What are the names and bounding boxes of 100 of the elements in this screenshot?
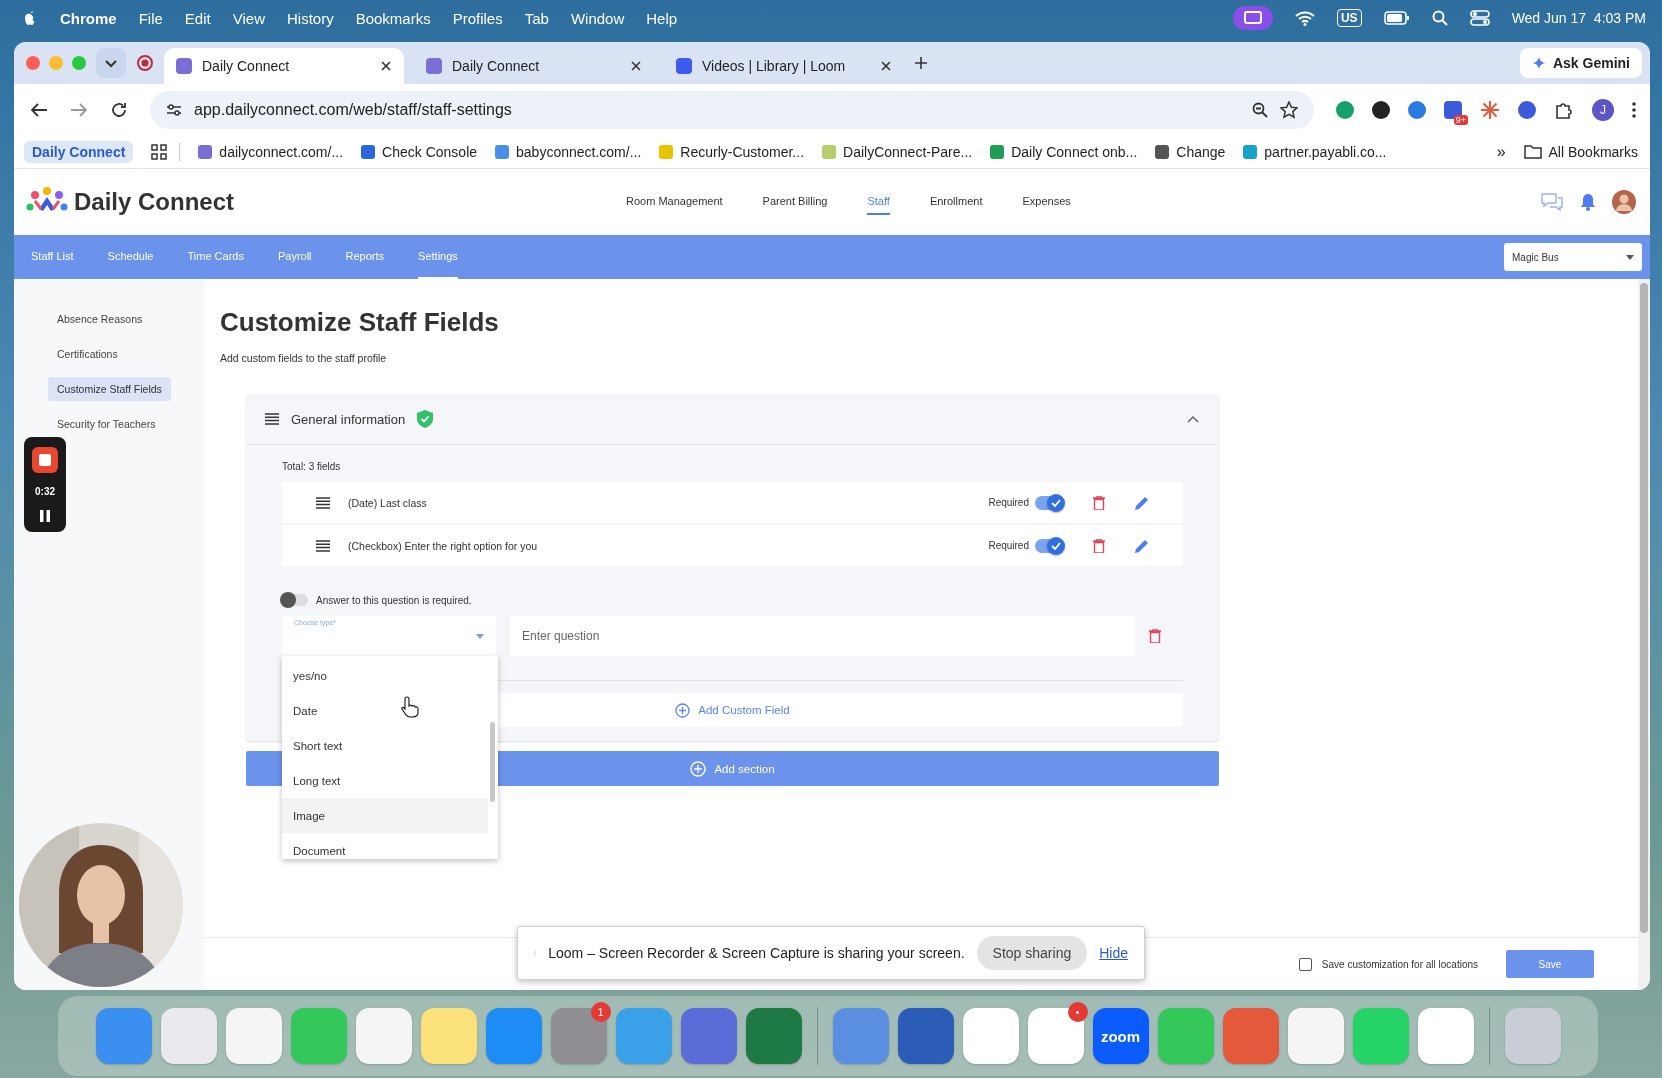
- close-icon[interactable]: [880, 60, 892, 72]
- bookmark-chip[interactable]: Daily Connect: [24, 141, 134, 163]
- tab-search-button[interactable]: [96, 48, 126, 78]
- back-icon[interactable]: [30, 102, 48, 118]
- star-icon[interactable]: [1280, 101, 1298, 119]
- control-center-icon[interactable]: [1469, 10, 1490, 26]
- puzzle-icon[interactable]: [1554, 100, 1574, 120]
- drag-handle-icon[interactable]: [316, 539, 330, 552]
- record-icon[interactable]: [136, 54, 154, 72]
- nav-link[interactable]: Parent Billing: [762, 189, 828, 215]
- required-toggle[interactable]: [1035, 495, 1063, 510]
- screen-share-icon[interactable]: [1232, 6, 1273, 30]
- edit-icon[interactable]: [1135, 538, 1149, 553]
- hand-cursor-icon: [401, 696, 419, 718]
- location-select[interactable]: Magic Bus: [1504, 243, 1642, 271]
- sidebar-item[interactable]: Absence Reasons: [48, 307, 152, 331]
- close-window-icon[interactable]: [26, 56, 40, 70]
- question-input[interactable]: Enter question: [510, 616, 1135, 656]
- bookmark-link[interactable]: babyconnect.com/...: [495, 144, 642, 160]
- menu-item[interactable]: History: [286, 9, 334, 27]
- asterisk-icon[interactable]: [1480, 100, 1500, 120]
- browser-tab[interactable]: Videos | Library | Loom: [664, 48, 904, 84]
- stop-sharing-button[interactable]: Stop sharing: [976, 936, 1088, 970]
- scrollbar-thumb[interactable]: [1640, 283, 1648, 933]
- nav-link[interactable]: Room Management: [626, 189, 723, 215]
- bookmark-link[interactable]: dailyconnect.com/...: [198, 144, 344, 160]
- profile-avatar[interactable]: J: [1592, 99, 1614, 121]
- browser-tab[interactable]: Daily Connect: [164, 48, 404, 84]
- clock[interactable]: Wed Jun 17 4:03 PM: [1511, 10, 1646, 26]
- app-icon[interactable]: [745, 1008, 802, 1064]
- menu-item[interactable]: Help: [646, 9, 678, 27]
- site-settings-icon[interactable]: [166, 103, 182, 117]
- page-title: Customize Staff Fields: [220, 307, 500, 338]
- delete-icon[interactable]: [1093, 538, 1105, 553]
- app-logo[interactable]: Daily Connect: [74, 188, 235, 216]
- wifi-icon[interactable]: [1294, 10, 1315, 26]
- search-icon[interactable]: [1431, 10, 1448, 26]
- more-bookmarks-button[interactable]: »: [1496, 143, 1506, 161]
- app-icon[interactable]: [550, 1008, 607, 1064]
- nav-link[interactable]: Staff: [867, 189, 890, 215]
- bookmark-link[interactable]: Recurly-Customer...: [659, 144, 805, 160]
- bell-icon[interactable]: [1580, 193, 1596, 211]
- close-icon[interactable]: [380, 60, 392, 72]
- nav-link[interactable]: Expenses: [1022, 189, 1071, 215]
- app-icon[interactable]: [962, 1008, 1019, 1064]
- nav-link[interactable]: Enrollment: [929, 189, 983, 215]
- required-toggle[interactable]: [282, 594, 308, 606]
- app-icon[interactable]: [680, 1008, 737, 1064]
- all-bookmarks-link[interactable]: All Bookmarks: [1523, 144, 1638, 160]
- pause-icon[interactable]: [40, 509, 50, 522]
- stop-recording-button[interactable]: [32, 447, 58, 474]
- required-toggle[interactable]: [1035, 538, 1063, 553]
- edit-icon[interactable]: [1135, 495, 1149, 510]
- dropdown-option[interactable]: Date: [282, 693, 488, 728]
- address-bar[interactable]: app.dailyconnect.com/web/staff/staff-settings: [150, 91, 1314, 129]
- menu-item[interactable]: Bookmarks: [355, 9, 431, 27]
- app-menu[interactable]: Chrome: [60, 9, 117, 27]
- app-icon[interactable]: zoom: [1092, 1008, 1149, 1064]
- menu-item[interactable]: Profiles: [452, 9, 503, 27]
- app-icon[interactable]: [897, 1008, 954, 1064]
- dropdown-option[interactable]: Image: [282, 798, 488, 833]
- close-icon[interactable]: [630, 60, 642, 72]
- new-tab-icon[interactable]: [914, 56, 928, 70]
- menu-item[interactable]: Tab: [524, 9, 549, 27]
- bookmark-link[interactable]: DailyConnect-Pare...: [822, 144, 973, 160]
- app-icon[interactable]: [1417, 1008, 1474, 1064]
- hide-link[interactable]: Hide: [1099, 945, 1128, 961]
- bookmark-link[interactable]: Change: [1155, 144, 1226, 160]
- notification-badge: 9+: [1453, 115, 1468, 125]
- sidebar-item[interactable]: Certifications: [48, 342, 127, 366]
- sidebar-item[interactable]: Security for Teachers: [48, 412, 165, 436]
- more-icon[interactable]: [1632, 102, 1636, 118]
- gemini-button[interactable]: Ask Gemini: [1519, 48, 1642, 78]
- forward-icon[interactable]: [70, 102, 88, 118]
- scrollbar-thumb[interactable]: [490, 722, 495, 802]
- apps-grid-icon[interactable]: [151, 144, 168, 160]
- delete-icon[interactable]: [1149, 629, 1161, 643]
- delete-icon[interactable]: [1093, 495, 1105, 510]
- browser-tab[interactable]: Daily Connect: [414, 48, 654, 84]
- reload-icon[interactable]: [110, 101, 128, 119]
- menu-item[interactable]: File: [138, 9, 163, 27]
- collapse-icon[interactable]: [1187, 415, 1199, 423]
- zoom-icon[interactable]: [1252, 102, 1268, 118]
- sidebar-item[interactable]: Customize Staff Fields: [48, 377, 171, 401]
- bookmark-link[interactable]: partner.payabli.co...: [1243, 144, 1387, 160]
- dropdown-option[interactable]: yes/no: [282, 658, 488, 693]
- user-avatar[interactable]: [1612, 190, 1636, 214]
- input-source[interactable]: US: [1336, 9, 1362, 27]
- dropdown-option[interactable]: Document: [282, 833, 488, 859]
- drag-handle-icon[interactable]: [265, 413, 279, 425]
- bookmark-link[interactable]: Check Console: [361, 144, 478, 160]
- menu-item[interactable]: View: [232, 9, 265, 27]
- extension-icon[interactable]: [1372, 101, 1390, 119]
- checkbox[interactable]: [1298, 957, 1312, 971]
- menu-item[interactable]: Edit: [184, 9, 211, 27]
- battery-icon[interactable]: [1383, 11, 1410, 25]
- drag-handle-icon[interactable]: [316, 496, 330, 509]
- app-icon[interactable]: [1027, 1008, 1084, 1064]
- bookmark-link[interactable]: Daily Connect onb...: [990, 144, 1138, 160]
- menu-item[interactable]: Window: [570, 9, 625, 27]
